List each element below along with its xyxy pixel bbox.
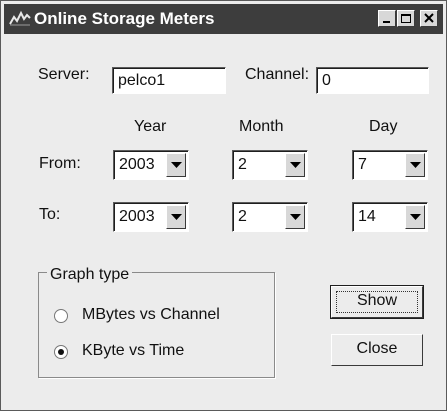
from-year-select[interactable]: 2003 — [113, 150, 189, 180]
from-year-value: 2003 — [119, 156, 155, 173]
radio-label: KByte vs Time — [82, 342, 185, 359]
chevron-down-icon — [171, 214, 182, 220]
from-month-value: 2 — [238, 156, 247, 173]
dialog-window: Online Storage Meters Server: Channel: Y… — [0, 0, 447, 411]
to-month-dropdown-button[interactable] — [285, 205, 305, 229]
channel-field[interactable] — [316, 67, 429, 94]
chevron-down-icon — [290, 214, 301, 220]
server-label: Server: — [38, 66, 90, 83]
minimize-icon — [383, 21, 390, 23]
graph-type-title: Graph type — [47, 266, 133, 284]
title-bar[interactable]: Online Storage Meters — [4, 4, 443, 34]
from-month-dropdown-button[interactable] — [285, 153, 305, 177]
meter-wave-icon — [9, 10, 31, 31]
channel-input[interactable] — [317, 68, 428, 94]
from-day-dropdown-button[interactable] — [405, 153, 425, 177]
close-button-label: Close — [356, 340, 398, 357]
from-day-select[interactable]: 7 — [352, 150, 428, 180]
to-label: To: — [39, 206, 61, 223]
chevron-down-icon — [171, 162, 182, 168]
close-icon — [424, 13, 434, 23]
to-year-value: 2003 — [119, 208, 155, 225]
close-window-button[interactable] — [420, 10, 438, 27]
from-day-value: 7 — [358, 156, 367, 173]
radio-label: MBytes vs Channel — [82, 306, 220, 323]
from-year-dropdown-button[interactable] — [166, 153, 186, 177]
to-day-value: 14 — [358, 208, 376, 225]
to-day-select[interactable]: 14 — [352, 202, 428, 232]
month-header: Month — [239, 118, 284, 135]
window-title: Online Storage Meters — [34, 9, 215, 28]
show-button[interactable]: Show — [331, 286, 423, 318]
to-day-dropdown-button[interactable] — [405, 205, 425, 229]
channel-label: Channel: — [245, 66, 310, 83]
maximize-button[interactable] — [397, 10, 415, 27]
radio-button-unchecked[interactable] — [54, 309, 68, 323]
maximize-icon — [401, 14, 411, 23]
close-button[interactable]: Close — [331, 334, 423, 366]
minimize-button[interactable] — [378, 10, 396, 27]
focus-rectangle — [336, 291, 418, 313]
graph-type-groupbox — [38, 272, 275, 378]
server-input[interactable] — [113, 68, 225, 94]
to-month-value: 2 — [238, 208, 247, 225]
server-field[interactable] — [112, 67, 226, 94]
chevron-down-icon — [410, 214, 421, 220]
from-label: From: — [39, 155, 81, 172]
radio-button-checked[interactable] — [54, 345, 68, 359]
chevron-down-icon — [290, 162, 301, 168]
chevron-down-icon — [410, 162, 421, 168]
day-header: Day — [369, 118, 398, 135]
to-year-select[interactable]: 2003 — [113, 202, 189, 232]
from-month-select[interactable]: 2 — [232, 150, 308, 180]
to-month-select[interactable]: 2 — [232, 202, 308, 232]
year-header: Year — [134, 118, 167, 135]
to-year-dropdown-button[interactable] — [166, 205, 186, 229]
